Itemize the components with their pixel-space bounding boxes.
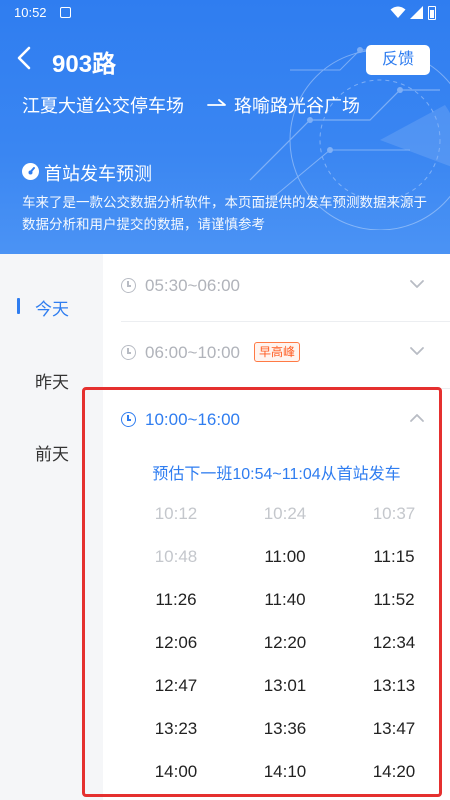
clock-icon: [121, 412, 136, 427]
sidebar-item-label: 昨天: [35, 373, 69, 392]
status-bar: 10:52: [0, 0, 450, 26]
signal-icon: [410, 6, 423, 22]
slot-time: 10:00~16:00: [145, 410, 241, 429]
to-stop: 珞喻路光谷广场: [234, 96, 360, 116]
sidebar-item-day-before[interactable]: 前天: [0, 430, 103, 470]
departure-time: 10:37: [372, 504, 416, 523]
disclaimer-text: 车来了是一款公交数据分析软件，本页面提供的发车预测数据来源于数据分析和用户提交的…: [22, 195, 427, 232]
chevron-down-icon: [409, 276, 425, 297]
battery-icon: [428, 6, 436, 20]
route-title: 903路: [52, 51, 117, 78]
speedometer-icon: [22, 163, 39, 180]
schedule-panel: 05:30~06:00 06:00~10:00 早高峰 10:00~16:00 …: [103, 254, 450, 800]
day-sidebar: 今天 昨天 前天: [0, 254, 103, 800]
clock-icon: [121, 345, 136, 360]
departure-time: 11:15: [373, 547, 415, 566]
sidebar-item-label: 今天: [35, 300, 69, 319]
sidebar-item-today[interactable]: 今天: [0, 285, 103, 325]
departure-time: 14:20: [372, 762, 416, 781]
predict-title: 首站发车预测: [44, 164, 152, 184]
departure-time: 13:47: [372, 719, 416, 738]
departure-time: 11:40: [264, 590, 306, 609]
departure-time: 11:26: [155, 590, 197, 609]
departure-time: 14:10: [263, 762, 307, 781]
departure-time: 10:12: [154, 504, 198, 523]
from-stop: 江夏大道公交停车场: [22, 96, 184, 116]
slot-time: 05:30~06:00: [145, 276, 241, 295]
peak-badge: 早高峰: [254, 342, 301, 362]
departure-time: 12:06: [154, 633, 198, 652]
departure-time: 13:13: [372, 676, 416, 695]
slot-row-early[interactable]: 05:30~06:00: [103, 254, 450, 320]
chevron-down-icon: [409, 343, 425, 364]
departure-time: 11:52: [373, 590, 415, 609]
clock-icon: [121, 278, 136, 293]
slot-time: 06:00~10:00: [145, 343, 241, 362]
slot-row-morning-peak[interactable]: 06:00~10:00 早高峰: [103, 321, 450, 387]
status-time: 10:52: [14, 5, 47, 20]
wifi-icon: [390, 6, 406, 22]
departure-time: 10:48: [154, 547, 198, 566]
departure-time: 12:47: [154, 676, 198, 695]
sidebar-item-yesterday[interactable]: 昨天: [0, 358, 103, 398]
departure-time: 13:36: [263, 719, 307, 738]
next-departure-info: 预估下一班10:54~11:04从首站发车: [152, 466, 401, 483]
departure-time: 14:00: [154, 762, 198, 781]
departure-time: 13:01: [263, 676, 307, 695]
notification-icon: [60, 7, 71, 18]
departure-time: 12:34: [372, 633, 416, 652]
sidebar-item-label: 前天: [35, 445, 69, 464]
departure-time: 12:20: [263, 633, 307, 652]
feedback-button[interactable]: 反馈: [366, 45, 430, 75]
departure-time: 10:24: [263, 504, 307, 523]
direction-arrow-icon: [207, 92, 227, 119]
back-button[interactable]: [14, 44, 42, 76]
chevron-up-icon: [409, 410, 425, 431]
header: 10:52 903路 反馈 江夏大道公交停车场 珞喻路光谷广场 首站发车预测 车…: [0, 0, 450, 254]
departure-time: 13:23: [154, 719, 198, 738]
departure-time: 11:00: [264, 547, 306, 566]
chevron-left-icon: [17, 46, 31, 70]
slot-row-daytime[interactable]: 10:00~16:00: [103, 388, 450, 454]
